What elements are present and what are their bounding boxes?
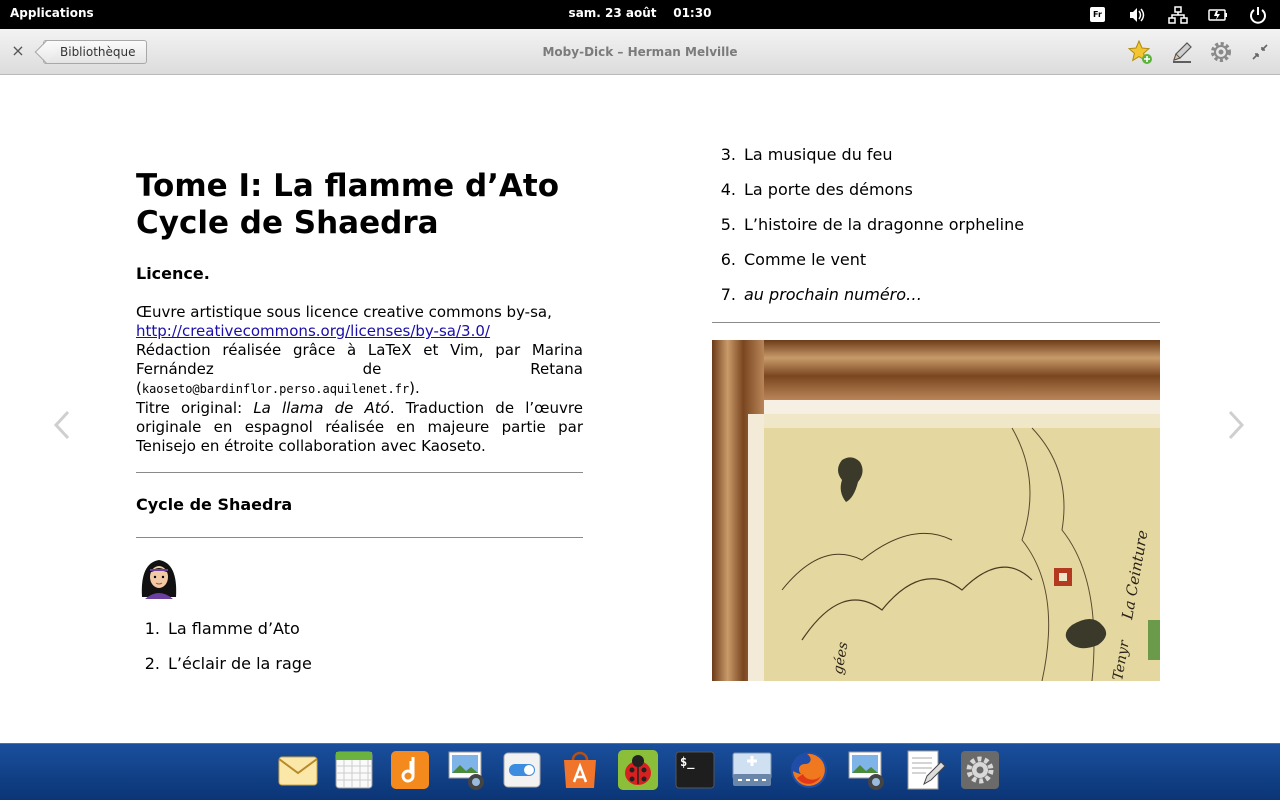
terminal-icon[interactable]: $_ bbox=[673, 748, 717, 792]
mail-icon[interactable] bbox=[276, 748, 320, 792]
book-page-left: Tome I: La flamme d’Ato Cycle de Shaedra… bbox=[136, 168, 583, 674]
next-page-arrow-icon[interactable] bbox=[1226, 408, 1246, 442]
chapter-number: 4. bbox=[720, 180, 736, 199]
licence-paragraph: Œuvre artistique sous licence creative c… bbox=[136, 303, 583, 455]
cycle-heading: Cycle de Shaedra bbox=[136, 495, 293, 514]
terminal-prompt: $_ bbox=[680, 755, 695, 770]
keyboard-layout-indicator[interactable]: Fr bbox=[1088, 5, 1108, 25]
divider bbox=[136, 472, 583, 473]
chapter-item[interactable]: 1. La flamme d’Ato bbox=[136, 619, 583, 639]
photos-icon[interactable] bbox=[444, 748, 488, 792]
chapter-item[interactable]: 6. Comme le vent bbox=[712, 250, 1160, 270]
chapter-number: 6. bbox=[720, 250, 736, 269]
book-title-line2: Cycle de Shaedra bbox=[136, 205, 439, 241]
chapter-item[interactable]: 4. La porte des démons bbox=[712, 180, 1160, 200]
window-titlebar: × Bibliothèque Moby-Dick – Herman Melvil… bbox=[0, 29, 1280, 75]
dock: $_ bbox=[0, 743, 1280, 800]
chapter-item[interactable]: 2. L’éclair de la rage bbox=[136, 654, 583, 674]
keyboard-layout-label: Fr bbox=[1090, 7, 1105, 22]
chapter-item[interactable]: 5. L’histoire de la dragonne orpheline bbox=[712, 215, 1160, 235]
original-title: La llama de Ató bbox=[253, 399, 390, 417]
licence-heading: Licence. bbox=[136, 264, 210, 283]
music-icon[interactable] bbox=[388, 748, 432, 792]
top-panel: Applications sam. 23 août 01:30 Fr bbox=[0, 0, 1280, 29]
book-title: Tome I: La flamme d’Ato Cycle de Shaedra bbox=[136, 168, 583, 242]
chapter-title: au prochain numéro… bbox=[744, 285, 923, 304]
licence-link[interactable]: http://creativecommons.org/licenses/by-s… bbox=[136, 322, 490, 340]
licence-text1: Œuvre artistique sous licence creative c… bbox=[136, 303, 552, 321]
settings-icon[interactable] bbox=[958, 748, 1002, 792]
author-name-part2: de bbox=[362, 360, 382, 378]
author-avatar bbox=[136, 555, 183, 599]
preferences-gear-icon[interactable] bbox=[1208, 39, 1234, 65]
chapter-number: 7. bbox=[720, 285, 736, 304]
original-title-prefix: Titre original: bbox=[136, 399, 254, 417]
map-illustration: La Ceinture gées Tenyr bbox=[712, 340, 1160, 681]
window-title: Moby-Dick – Herman Melville bbox=[542, 45, 738, 59]
text-editor-icon[interactable] bbox=[902, 748, 946, 792]
chapter-item[interactable]: 7. au prochain numéro… bbox=[712, 285, 1160, 305]
chapter-item[interactable]: 3. La musique du feu bbox=[712, 145, 1160, 165]
chapter-title: Comme le vent bbox=[744, 250, 867, 269]
screenshot-icon[interactable] bbox=[844, 748, 888, 792]
divider bbox=[136, 537, 583, 538]
chapter-title: L’histoire de la dragonne orpheline bbox=[744, 215, 1025, 234]
chapter-title: La flamme d’Ato bbox=[168, 619, 300, 638]
app-center-icon[interactable] bbox=[558, 748, 602, 792]
chapter-number: 2. bbox=[144, 654, 160, 673]
chapter-title: L’éclair de la rage bbox=[168, 654, 312, 673]
author-name-part1: Fernández bbox=[136, 360, 214, 378]
files-icon[interactable] bbox=[730, 748, 774, 792]
firefox-icon[interactable] bbox=[787, 748, 831, 792]
book-page-right: 3. La musique du feu 4. La porte des démon… bbox=[712, 145, 1160, 323]
chapter-list-continued: 3. La musique du feu 4. La porte des démon… bbox=[712, 145, 1160, 305]
chapter-title: La porte des démons bbox=[744, 180, 913, 199]
book-title-line1: Tome I: La flamme d’Ato bbox=[136, 168, 560, 204]
bug-icon[interactable] bbox=[616, 748, 660, 792]
author-email: kaoseto@bardinflor.perso.aquilenet.fr bbox=[141, 382, 410, 396]
battery-icon[interactable] bbox=[1208, 5, 1228, 25]
calendar-icon[interactable] bbox=[332, 748, 376, 792]
bookmark-star-icon[interactable] bbox=[1127, 39, 1153, 65]
chapter-title: La musique du feu bbox=[744, 145, 893, 164]
chapter-number: 1. bbox=[144, 619, 160, 638]
edit-pencil-icon[interactable] bbox=[1169, 39, 1195, 65]
network-icon[interactable] bbox=[1168, 5, 1188, 25]
switchboard-icon[interactable] bbox=[500, 748, 544, 792]
chapter-list: 1. La flamme d’Ato 2. L’éclair de la rage bbox=[136, 619, 583, 674]
previous-page-arrow-icon[interactable] bbox=[52, 408, 72, 442]
divider bbox=[712, 322, 1160, 323]
volume-icon[interactable] bbox=[1127, 5, 1147, 25]
chapter-number: 5. bbox=[720, 215, 736, 234]
power-icon[interactable] bbox=[1248, 5, 1268, 25]
author-name-part3: Retana bbox=[530, 360, 583, 378]
licence-text2: Rédaction réalisée grâce à LaTeX et Vim,… bbox=[136, 341, 583, 359]
fullscreen-icon[interactable] bbox=[1250, 42, 1270, 62]
chapter-number: 3. bbox=[720, 145, 736, 164]
